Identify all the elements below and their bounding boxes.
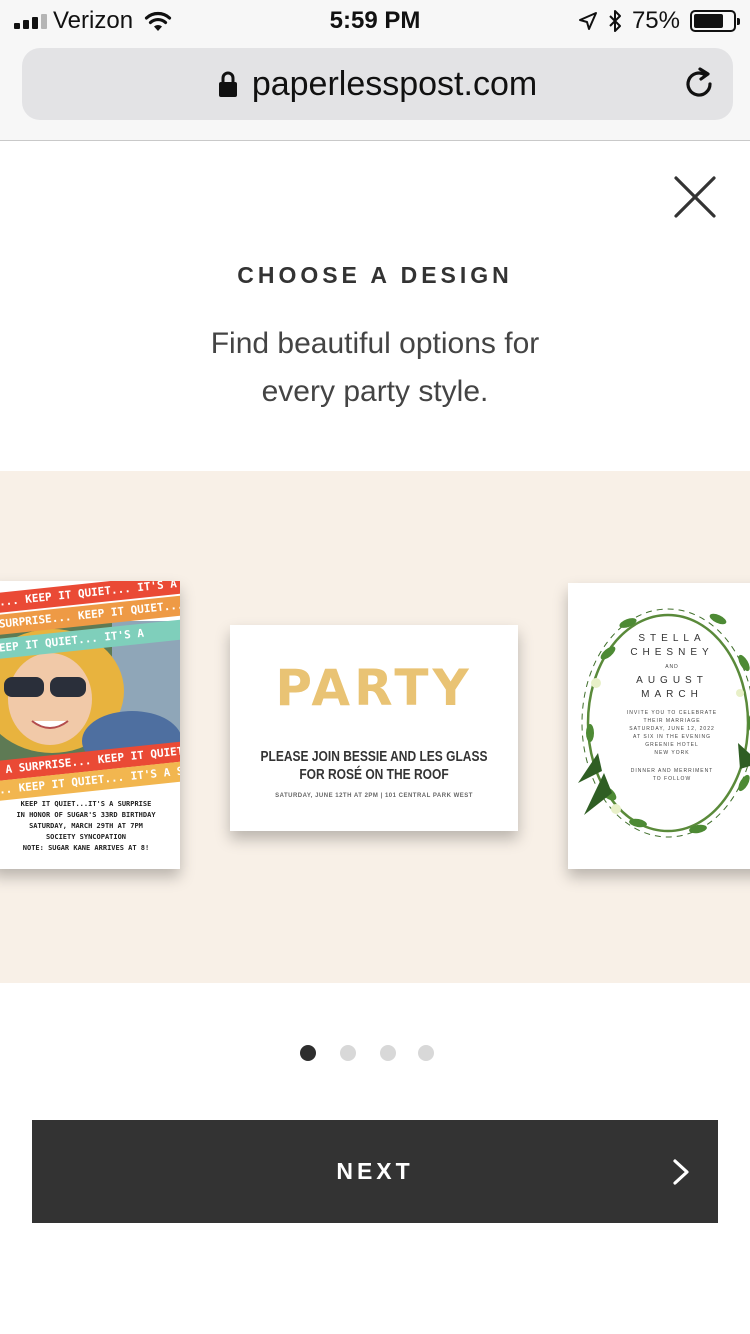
carousel-pagination <box>0 1045 750 1063</box>
design-card-surprise[interactable]: RISE... KEEP IT QUIET... IT'S A S S A SU… <box>0 581 180 869</box>
card-line: KEEP IT QUIET...IT'S A SURPRISE <box>20 800 152 808</box>
card-title: PARTY <box>275 659 473 717</box>
card-line: SOCIETY SYNCOPATION <box>45 833 127 841</box>
card-name: CHESNEY <box>630 647 714 658</box>
card-line: THEIR MARRIAGE <box>643 718 701 724</box>
card-line: INVITE YOU TO CELEBRATE <box>626 710 718 716</box>
battery-percent: 75% <box>631 7 680 34</box>
card-details: SATURDAY, JUNE 12TH AT 2PM | 101 CENTRAL… <box>275 793 473 799</box>
battery-fill <box>694 14 723 28</box>
card-line: GREENIE HOTEL <box>645 742 699 748</box>
page-subtitle: Find beautiful options for every party s… <box>210 327 540 408</box>
address-content: paperlesspost.com <box>22 48 733 120</box>
lock-icon <box>218 71 237 97</box>
next-button[interactable]: NEXT <box>32 1120 718 1223</box>
chevron-right-icon <box>673 1159 689 1185</box>
card-details: INVITE YOU TO CELEBRATE THEIR MARRIAGE S… <box>592 709 750 757</box>
card-name: MARCH <box>641 689 703 700</box>
card-line: FOR ROSÉ ON THE ROOF <box>299 765 449 783</box>
bluetooth-icon <box>609 10 621 32</box>
pagination-dot[interactable] <box>380 1045 396 1061</box>
card-details: KEEP IT QUIET...IT'S A SURPRISE IN HONOR… <box>0 799 172 854</box>
card-line: NEW YORK <box>654 750 690 756</box>
card-line: NOTE: SUGAR KANE ARRIVES AT 8! <box>22 844 150 852</box>
pagination-dot[interactable] <box>418 1045 434 1061</box>
design-card-wedding[interactable]: STELLA CHESNEY AND AUGUST MARCH INVITE Y… <box>568 583 750 869</box>
browser-toolbar: paperlesspost.com <box>0 42 750 141</box>
card-line: SATURDAY, JUNE 12, 2022 <box>629 726 715 732</box>
address-bar[interactable]: paperlesspost.com <box>22 48 733 120</box>
card-line: SATURDAY, MARCH 29TH AT 7PM <box>29 822 143 830</box>
card-footer: DINNER AND MERRIMENT TO FOLLOW <box>592 767 750 783</box>
pagination-dot[interactable] <box>340 1045 356 1061</box>
card-line: AND <box>665 664 679 670</box>
card-line: AT SIX IN THE EVENING <box>633 734 711 740</box>
page-title: CHOOSE A DESIGN <box>237 262 513 288</box>
design-carousel[interactable]: RISE... KEEP IT QUIET... IT'S A S S A SU… <box>0 471 750 983</box>
card-line: IN HONOR OF SUGAR'S 33RD BIRTHDAY <box>16 811 156 819</box>
card-line: TO FOLLOW <box>652 776 692 782</box>
pagination-dot[interactable] <box>300 1045 316 1061</box>
battery-icon <box>690 10 740 32</box>
close-icon[interactable] <box>670 172 720 222</box>
card-name: STELLA <box>638 633 706 644</box>
next-button-label: NEXT <box>336 1158 414 1184</box>
reload-icon[interactable] <box>681 66 717 102</box>
status-bar: Verizon 5:59 PM 75% <box>0 0 750 42</box>
design-card-party[interactable]: PARTY PLEASE JOIN BESSIE AND LES GLASS F… <box>230 625 518 831</box>
card-name: AUGUST <box>636 675 708 686</box>
location-icon <box>578 12 597 30</box>
card-line: DINNER AND MERRIMENT <box>630 768 714 774</box>
status-right: 75% <box>578 6 740 36</box>
card-line: PLEASE JOIN BESSIE AND LES GLASS <box>260 747 488 765</box>
url-text: paperlesspost.com <box>251 64 538 103</box>
